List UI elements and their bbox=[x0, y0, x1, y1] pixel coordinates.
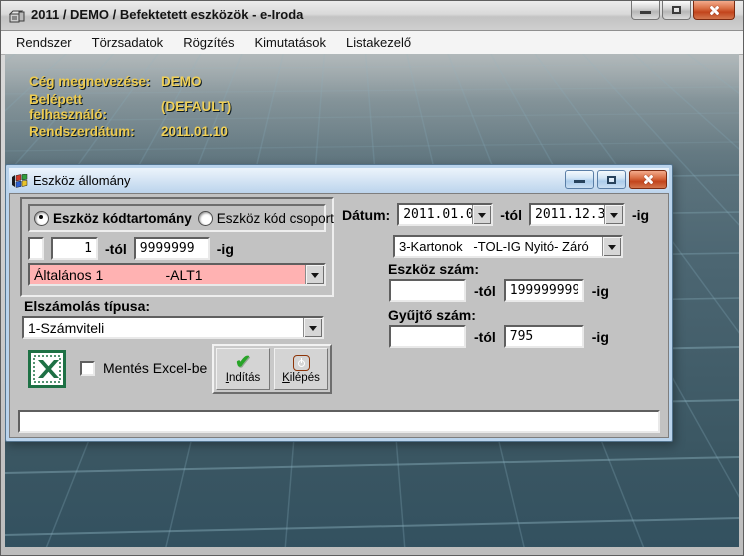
radio-panel: Eszköz kódtartomány Eszköz kód csoport bbox=[28, 204, 326, 232]
collector-to-input[interactable] bbox=[504, 325, 584, 348]
ig-label: -ig bbox=[217, 241, 234, 257]
minimize-button[interactable] bbox=[631, 1, 660, 20]
asset-number-label: Eszköz szám: bbox=[388, 261, 479, 277]
dropdown-arrow-icon[interactable] bbox=[602, 237, 621, 256]
collector-number-row: -tól -ig bbox=[389, 325, 609, 348]
checkbox-icon[interactable] bbox=[80, 361, 95, 376]
dialog-close-button[interactable] bbox=[629, 170, 667, 189]
collector-number-label: Gyűjtő szám: bbox=[388, 307, 476, 323]
menu-listakezelo[interactable]: Listakezelő bbox=[336, 32, 421, 53]
ig-label: -ig bbox=[592, 283, 609, 299]
dropdown-arrow-icon[interactable] bbox=[305, 265, 324, 284]
dropdown-arrow-icon[interactable] bbox=[472, 205, 491, 224]
tol-label: -tól bbox=[105, 241, 127, 257]
minimize-icon bbox=[574, 180, 585, 183]
code-range-groupbox: Eszköz kódtartomány Eszköz kód csoport -… bbox=[20, 197, 334, 297]
tol-label: -tól bbox=[474, 283, 496, 299]
asset-number-row: -tól -ig bbox=[389, 279, 609, 302]
account-type-combo-value: 1-Számviteli bbox=[24, 318, 303, 337]
dialog-minimize-button[interactable] bbox=[565, 170, 594, 189]
date-to-combo[interactable]: 2011.12.31 bbox=[529, 203, 625, 226]
user-value: (DEFAULT) bbox=[161, 99, 231, 114]
code-type-combo[interactable]: Általános 1 -ALT1 bbox=[28, 263, 326, 286]
excel-checkbox-row[interactable]: Mentés Excel-be bbox=[80, 360, 207, 376]
date-range-row: Dátum: 2011.01.01 -tól 2011.12.31 -ig bbox=[342, 203, 649, 226]
command-button-panel: ✔ Indítás Kilépés bbox=[212, 344, 332, 394]
info-row-sysdate: Rendszerdátum: 2011.01.10 bbox=[29, 119, 231, 144]
menu-bar: Rendszer Törzsadatok Rögzítés Kimutatáso… bbox=[1, 31, 743, 55]
company-value: DEMO bbox=[161, 74, 202, 89]
karton-combo[interactable]: 3-Kartonok -TOL-IG Nyitó- Záró bbox=[393, 235, 623, 258]
close-icon bbox=[709, 5, 720, 16]
check-icon: ✔ bbox=[235, 355, 251, 371]
menu-torzsadatok[interactable]: Törzsadatok bbox=[82, 32, 174, 53]
date-from-combo[interactable]: 2011.01.01 bbox=[397, 203, 493, 226]
restore-icon bbox=[607, 176, 616, 184]
code-to-input[interactable] bbox=[134, 237, 210, 260]
menu-rogzites[interactable]: Rögzítés bbox=[173, 32, 244, 53]
eszkoz-allomany-dialog: Eszköz állomány Eszköz kódtartomány bbox=[5, 164, 673, 442]
dialog-restore-button[interactable] bbox=[597, 170, 626, 189]
restore-icon bbox=[672, 6, 681, 14]
account-type-combo[interactable]: 1-Számviteli bbox=[22, 316, 324, 339]
status-input[interactable] bbox=[18, 410, 660, 433]
sysdate-label: Rendszerdátum: bbox=[29, 124, 161, 139]
date-to-value: 2011.12.31 bbox=[531, 205, 604, 224]
menu-kimutatasok[interactable]: Kimutatások bbox=[245, 32, 337, 53]
window-title: 2011 / DEMO / Befektetett eszközök - e-I… bbox=[31, 7, 303, 22]
kilepes-accelerator: K bbox=[282, 372, 290, 384]
close-icon bbox=[643, 174, 654, 185]
radio-eszkoz-kodtartomany[interactable]: Eszköz kódtartomány bbox=[34, 211, 192, 226]
close-button[interactable] bbox=[693, 1, 735, 20]
restore-button[interactable] bbox=[662, 1, 691, 20]
dropdown-arrow-icon[interactable] bbox=[303, 318, 322, 337]
tol-label: -tól bbox=[474, 329, 496, 345]
sysdate-value: 2011.01.10 bbox=[161, 124, 228, 139]
dialog-body: Eszköz kódtartomány Eszköz kód csoport -… bbox=[9, 193, 669, 438]
info-row-company: Cég megnevezése: DEMO bbox=[29, 69, 231, 94]
radio-eszkoz-kod-csoport[interactable]: Eszköz kód csoport bbox=[198, 211, 334, 226]
code-range-row: -tól -ig bbox=[28, 237, 234, 260]
date-from-value: 2011.01.01 bbox=[399, 205, 472, 224]
tol-label: -tól bbox=[500, 207, 522, 223]
dialog-title: Eszköz állomány bbox=[33, 173, 131, 188]
kilepes-label: ilépés bbox=[290, 372, 320, 384]
asset-to-input[interactable] bbox=[504, 279, 584, 302]
client-area: Cég megnevezése: DEMO Belépett felhaszná… bbox=[5, 54, 739, 547]
radio-range-label: Eszköz kódtartomány bbox=[53, 211, 192, 226]
collector-from-input[interactable] bbox=[389, 325, 466, 348]
session-info: Cég megnevezése: DEMO Belépett felhaszná… bbox=[29, 69, 231, 144]
asset-from-input[interactable] bbox=[389, 279, 466, 302]
company-label: Cég megnevezése: bbox=[29, 74, 161, 89]
radio-group-label: Eszköz kód csoport bbox=[217, 211, 334, 226]
minimize-icon bbox=[640, 11, 651, 14]
excel-checkbox-label: Mentés Excel-be bbox=[103, 360, 207, 376]
info-row-user: Belépett felhasználó: (DEFAULT) bbox=[29, 94, 231, 119]
dialog-titlebar[interactable]: Eszköz állomány bbox=[9, 168, 669, 193]
code-type-combo-value: Általános 1 -ALT1 bbox=[30, 265, 305, 284]
main-window: 2011 / DEMO / Befektetett eszközök - e-I… bbox=[0, 0, 744, 556]
code-prefix-input[interactable] bbox=[28, 237, 44, 260]
karton-combo-value: 3-Kartonok -TOL-IG Nyitó- Záró bbox=[395, 237, 602, 256]
power-icon bbox=[293, 355, 310, 371]
dropdown-arrow-icon[interactable] bbox=[604, 205, 623, 224]
datum-label: Dátum: bbox=[342, 207, 390, 223]
ig-label: -ig bbox=[632, 207, 649, 223]
code-from-input[interactable] bbox=[51, 237, 98, 260]
kilepes-button[interactable]: Kilépés bbox=[274, 348, 328, 390]
excel-icon bbox=[28, 350, 66, 388]
inditas-label: ndítás bbox=[229, 372, 260, 384]
inditas-button[interactable]: ✔ Indítás bbox=[216, 348, 270, 390]
radio-selected-icon bbox=[34, 211, 49, 226]
radio-unselected-icon bbox=[198, 211, 213, 226]
account-type-label: Elszámolás típusa: bbox=[24, 298, 150, 314]
app-icon bbox=[9, 8, 25, 24]
user-label: Belépett felhasználó: bbox=[29, 92, 161, 122]
windows-flag-icon bbox=[12, 174, 28, 188]
ig-label: -ig bbox=[592, 329, 609, 345]
main-titlebar[interactable]: 2011 / DEMO / Befektetett eszközök - e-I… bbox=[1, 1, 743, 31]
status-bar bbox=[18, 410, 660, 433]
menu-rendszer[interactable]: Rendszer bbox=[6, 32, 82, 53]
